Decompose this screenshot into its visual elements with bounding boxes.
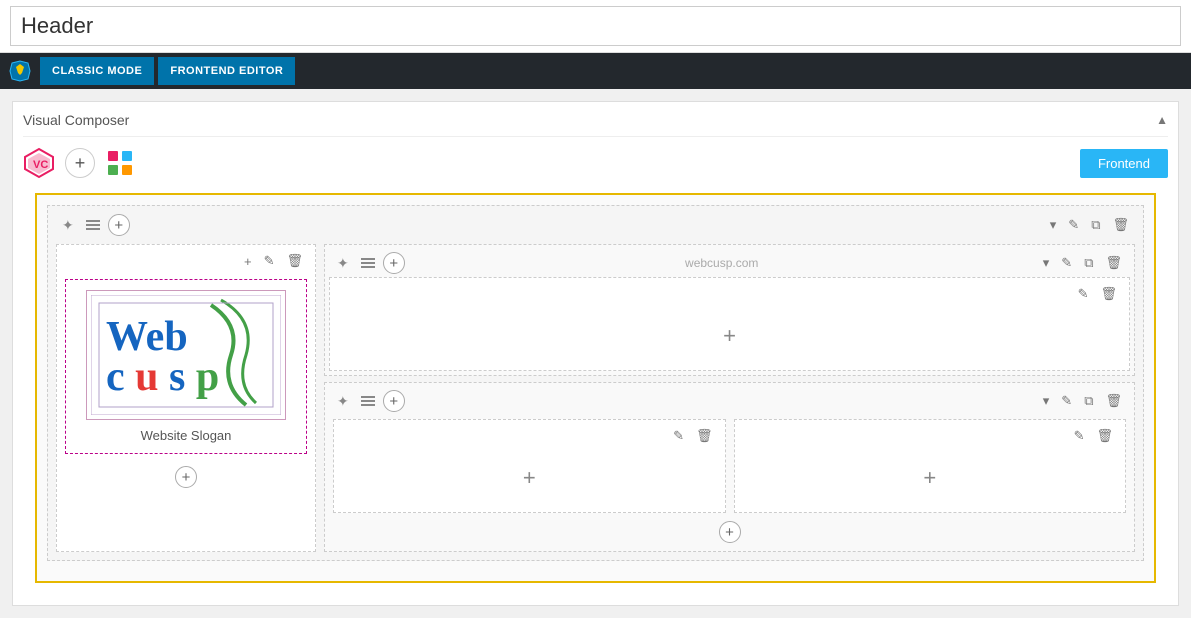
inner-row1-hamburger-icon[interactable]: [357, 256, 379, 270]
inner-row1-toolbar-right: ▾ ✎ ⧉ 🗑: [1039, 253, 1126, 273]
left-col-bottom-add: +: [61, 460, 311, 490]
left-column: + ✎ 🗑 Web c: [56, 244, 316, 552]
row-top-toolbar: ✦ + ▾ ✎ ⧉ 🗑: [52, 210, 1139, 240]
collapse-arrow-icon[interactable]: ▲: [1156, 113, 1168, 127]
inner-row2-toolbar-right: ▾ ✎ ⧉ 🗑: [1039, 391, 1126, 411]
inner-row1-col-add-area[interactable]: +: [334, 306, 1125, 366]
page-title-input[interactable]: [10, 6, 1181, 46]
inner-row2-colb-delete-button[interactable]: 🗑: [1092, 426, 1117, 446]
inner-row1-copy-button[interactable]: ⧉: [1080, 253, 1097, 273]
left-col-add-button[interactable]: +: [240, 252, 256, 271]
svg-text:VC: VC: [33, 159, 48, 171]
inner-row2-chevron-button[interactable]: ▾: [1039, 391, 1054, 411]
webcusp-label: webcusp.com: [409, 256, 1035, 270]
row-toolbar-right: ▾ ✎ ⧉ 🗑: [1046, 215, 1133, 235]
row-copy-button[interactable]: ⧉: [1087, 215, 1104, 235]
main-row: ✦ + ▾ ✎ ⧉ 🗑 + ✎: [47, 205, 1144, 561]
vc-grid-icon: [105, 148, 135, 178]
row-chevron-button[interactable]: ▾: [1046, 215, 1061, 235]
inner-row2-bottom-add-button[interactable]: +: [719, 521, 741, 543]
inner-row2-copy-button[interactable]: ⧉: [1080, 391, 1097, 411]
inner-row1-edit-button[interactable]: ✎: [1057, 253, 1076, 273]
canvas-area: ✦ + ▾ ✎ ⧉ 🗑 + ✎: [35, 193, 1156, 583]
row-add-button[interactable]: +: [108, 214, 130, 236]
left-col-edit-button[interactable]: ✎: [260, 251, 279, 271]
inner-row2-cola-plus-icon: +: [523, 465, 536, 491]
row-delete-button[interactable]: 🗑: [1108, 215, 1133, 235]
nav-bar: CLASSIC MODE FRONTEND EDITOR: [0, 53, 1191, 89]
inner-row2-drag-handle[interactable]: ✦: [333, 391, 353, 412]
vc-section: Visual Composer ▲ VC + Frontend: [12, 101, 1179, 606]
inner-row2-hamburger-icon[interactable]: [357, 394, 379, 408]
inner-row-1: ✦ + webcusp.com ▾ ✎ ⧉ 🗑: [324, 244, 1135, 376]
inner-row1-add-button[interactable]: +: [383, 252, 405, 274]
vc-toolbar: VC + Frontend: [23, 147, 1168, 179]
logo-widget: Web c u s p: [65, 279, 307, 454]
inner-row1-chevron-button[interactable]: ▾: [1039, 253, 1054, 273]
inner-row2-cola-edit-button[interactable]: ✎: [669, 426, 688, 446]
top-bar: [0, 0, 1191, 53]
right-area: ✦ + webcusp.com ▾ ✎ ⧉ 🗑: [324, 244, 1135, 552]
vc-header: Visual Composer ▲: [23, 112, 1168, 137]
vc-add-element-button[interactable]: +: [65, 148, 95, 178]
plus-icon: +: [75, 153, 86, 174]
row-columns: + ✎ 🗑 Web c: [52, 240, 1139, 556]
inner-row1-col-edit-button[interactable]: ✎: [1074, 284, 1093, 304]
inner-row2-edit-button[interactable]: ✎: [1057, 391, 1076, 411]
inner-row2-cola-delete-button[interactable]: 🗑: [692, 426, 717, 446]
left-col-bottom-add-button[interactable]: +: [175, 466, 197, 488]
inner-row1-col-toolbar: ✎ 🗑: [334, 282, 1125, 306]
row-edit-button[interactable]: ✎: [1064, 215, 1083, 235]
inner-row-2-toolbar: ✦ + ▾ ✎ ⧉ 🗑: [329, 387, 1130, 415]
inner-row1-drag-handle[interactable]: ✦: [333, 253, 353, 274]
left-col-toolbar: + ✎ 🗑: [61, 249, 311, 273]
inner-row1-plus-icon: +: [723, 323, 736, 349]
inner-row2-cola-toolbar: ✎ 🗑: [338, 424, 721, 448]
classic-mode-button[interactable]: CLASSIC MODE: [40, 57, 154, 85]
svg-text:c u: c u s p: [106, 354, 219, 400]
inner-row2-cola-add-area[interactable]: +: [338, 448, 721, 508]
inner-row-1-toolbar: ✦ + webcusp.com ▾ ✎ ⧉ 🗑: [329, 249, 1130, 277]
vc-logo-icon: VC: [23, 147, 55, 179]
inner-row2-col-b: ✎ 🗑 +: [734, 419, 1127, 513]
inner-row2-colb-plus-icon: +: [923, 465, 936, 491]
frontend-editor-button[interactable]: FRONTEND EDITOR: [158, 57, 295, 85]
inner-row1-col: ✎ 🗑 +: [329, 277, 1130, 371]
inner-row2-col-a: ✎ 🗑 +: [333, 419, 726, 513]
inner-row-2: ✦ + ▾ ✎ ⧉ 🗑: [324, 382, 1135, 552]
frontend-button[interactable]: Frontend: [1080, 149, 1168, 178]
row-hamburger-icon[interactable]: [82, 218, 104, 232]
inner-row2-colb-edit-button[interactable]: ✎: [1070, 426, 1089, 446]
vc-title: Visual Composer: [23, 112, 129, 128]
inner-row2-add-button[interactable]: +: [383, 390, 405, 412]
wp-logo-icon: [8, 59, 32, 83]
row-drag-handle[interactable]: ✦: [58, 215, 78, 236]
inner-row1-delete-button[interactable]: 🗑: [1101, 253, 1126, 273]
inner-row2-delete-button[interactable]: 🗑: [1101, 391, 1126, 411]
inner-row1-col-delete-button[interactable]: 🗑: [1096, 284, 1121, 304]
inner-row2-colb-toolbar: ✎ 🗑: [739, 424, 1122, 448]
inner-row2-colb-add-area[interactable]: +: [739, 448, 1122, 508]
slogan-text: Website Slogan: [141, 428, 232, 443]
logo-image: Web c u s p: [86, 290, 286, 420]
left-col-delete-button[interactable]: 🗑: [282, 251, 307, 271]
inner-row2-columns: ✎ 🗑 + ✎ 🗑: [329, 415, 1130, 517]
